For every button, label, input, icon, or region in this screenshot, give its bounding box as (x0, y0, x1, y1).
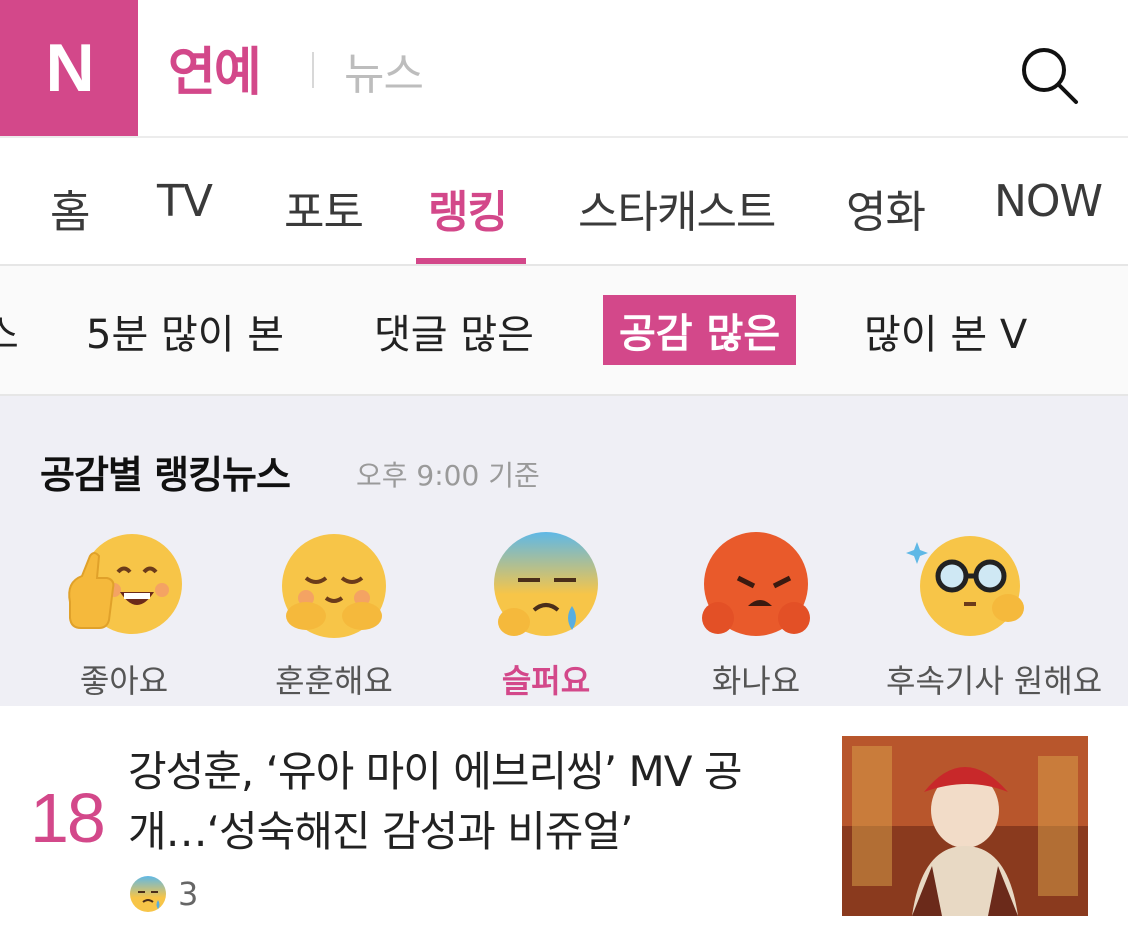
main-nav: 홈 TV 포토 랭킹 스타캐스트 영화 NOW (0, 138, 1128, 266)
angry-face-icon (702, 532, 810, 636)
section-subtitle[interactable]: 뉴스 (344, 38, 424, 102)
reaction-want-followup[interactable]: 후속기사 원해요 (886, 532, 1103, 702)
article-item[interactable]: 18 강성훈, ‘유아 마이 에브리씽’ MV 공개…‘성숙해진 감성과 비쥬얼… (0, 706, 1128, 950)
sad-face-icon (130, 876, 166, 912)
search-button[interactable] (1014, 40, 1084, 110)
section-title[interactable]: 연예 (168, 30, 262, 105)
article-reaction: 3 (128, 874, 198, 914)
subtab-most-reactions[interactable]: 공감 많은 (603, 295, 797, 365)
ranking-time: 오후 9:00 기준 (356, 459, 540, 492)
tab-now[interactable]: NOW (994, 176, 1103, 227)
tab-ranking[interactable]: 랭킹 (428, 176, 508, 240)
app-header: N 연예 뉴스 (0, 0, 1128, 138)
reaction-angry-label: 화나요 (711, 662, 801, 700)
reaction-sad-label: 슬퍼요 (501, 662, 591, 700)
tab-movie[interactable]: 영화 (846, 176, 926, 240)
glasses-face-icon (906, 536, 1024, 636)
subtab-most-comments[interactable]: 댓글 많은 (374, 302, 534, 360)
subtab-most-viewed-video[interactable]: 많이 본 V (864, 302, 1027, 360)
reaction-like-label: 좋아요 (79, 662, 169, 700)
subtab-partial[interactable]: 스 (0, 302, 19, 360)
article-thumbnail[interactable] (842, 736, 1088, 916)
reaction-like[interactable]: 좋아요 (44, 532, 204, 702)
thumbs-up-face-icon (68, 534, 182, 634)
title-divider (312, 52, 314, 88)
reaction-warm-label: 훈훈해요 (275, 662, 393, 700)
warm-face-icon (282, 534, 386, 638)
logo-letter: N (45, 30, 94, 106)
subtab-5min-most-viewed[interactable]: 5분 많이 본 (86, 302, 284, 360)
reaction-sad[interactable]: 슬퍼요 (466, 532, 626, 702)
article-photo-image (842, 736, 1088, 916)
reaction-ranking-section: 공감별 랭킹뉴스 오후 9:00 기준 좋아요 훈훈해요 슬퍼요 화나요 후속기… (0, 396, 1128, 706)
ranking-title: 공감별 랭킹뉴스 (40, 453, 291, 497)
sub-nav: 스 5분 많이 본 댓글 많은 공감 많은 많이 본 V (0, 266, 1128, 396)
search-icon (1022, 48, 1078, 104)
tab-home[interactable]: 홈 (50, 176, 90, 240)
article-rank: 18 (30, 779, 106, 857)
article-title[interactable]: 강성훈, ‘유아 마이 에브리씽’ MV 공개…‘성숙해진 감성과 비쥬얼’ (128, 742, 808, 862)
tab-tv[interactable]: TV (157, 176, 213, 227)
tab-starcast[interactable]: 스타캐스트 (578, 176, 776, 240)
article-reaction-count: 3 (178, 875, 199, 913)
reaction-warm[interactable]: 훈훈해요 (254, 532, 414, 702)
tab-photo[interactable]: 포토 (284, 176, 364, 240)
sad-face-icon (494, 532, 598, 636)
reaction-angry[interactable]: 화나요 (676, 532, 836, 702)
reaction-want-followup-label: 후속기사 원해요 (886, 662, 1103, 700)
naver-logo[interactable]: N (0, 0, 138, 136)
active-tab-indicator (416, 258, 526, 264)
